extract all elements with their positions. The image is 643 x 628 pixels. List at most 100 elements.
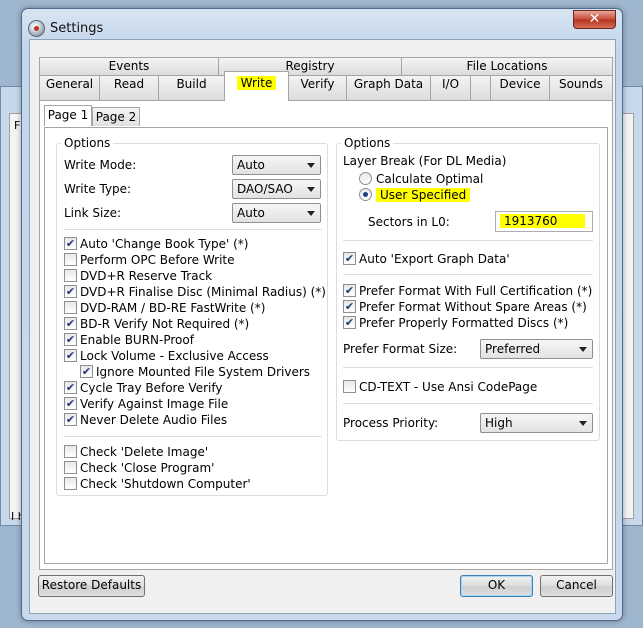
check-cdtext-ansi[interactable]: CD-TEXT - Use Ansi CodePage [343,380,537,394]
check-perform-opc[interactable]: Perform OPC Before Write [64,253,235,267]
radio-user-specified[interactable]: User Specified [359,188,471,202]
checkbox-icon[interactable] [343,380,356,393]
check-auto-change-book-type[interactable]: ✔ Auto 'Change Book Type' (*) [64,237,248,251]
write-mode-label: Write Mode: [64,158,137,172]
left-separator-2 [64,436,322,437]
link-size-select[interactable]: Auto [232,203,321,223]
sectors-in-l0-label: Sectors in L0: [368,215,450,229]
process-priority-value: High [485,416,513,430]
process-priority-select[interactable]: High [480,413,593,433]
check-burn-proof[interactable]: ✔ Enable BURN-Proof [64,333,194,347]
tab-io[interactable]: I/O [430,75,471,100]
tab-write-label: Write [236,76,277,90]
checkbox-icon[interactable]: ✔ [64,285,77,298]
checkbox-icon[interactable] [64,461,77,474]
radio-icon[interactable] [359,172,372,185]
link-size-value: Auto [237,206,265,220]
tab-write[interactable]: Write [224,71,289,101]
checkbox-icon[interactable]: ✔ [64,413,77,426]
checkbox-icon[interactable]: ✔ [343,316,356,329]
check-prefer-without-spare-areas[interactable]: ✔ Prefer Format Without Spare Areas (*) [343,300,587,314]
check-never-delete-audio[interactable]: ✔ Never Delete Audio Files [64,413,227,427]
write-type-select[interactable]: DAO/SAO [232,179,321,199]
checkbox-icon[interactable] [64,445,77,458]
tab-events[interactable]: Events [39,57,219,75]
right-separator-2 [343,274,593,275]
write-type-value: DAO/SAO [237,182,293,196]
checkbox-icon[interactable]: ✔ [80,365,93,378]
check-dvdr-finalise[interactable]: ✔ DVD+R Finalise Disc (Minimal Radius) (*… [64,285,326,299]
right-options-legend: Options [341,136,394,150]
write-mode-value: Auto [237,158,265,172]
background-text-top: F [14,119,21,132]
checkbox-icon[interactable]: ✔ [64,333,77,346]
checkbox-icon[interactable] [64,301,77,314]
tab-read[interactable]: Read [99,75,159,100]
dialog-client-area: Events Registry File Locations General R… [29,39,616,614]
chevron-down-icon [579,347,587,352]
chevron-down-icon [307,163,315,168]
prefer-format-size-select[interactable]: Preferred [480,339,593,359]
checkbox-icon[interactable]: ✔ [64,349,77,362]
right-separator-1 [343,240,593,241]
checkbox-icon[interactable]: ✔ [64,317,77,330]
check-dvdr-reserve-track[interactable]: DVD+R Reserve Track [64,269,212,283]
checkbox-icon[interactable] [64,253,77,266]
chevron-down-icon [307,211,315,216]
tab-build[interactable]: Build [158,75,225,100]
check-prefer-properly-formatted[interactable]: ✔ Prefer Properly Formatted Discs (*) [343,316,568,330]
prefer-format-size-value: Preferred [485,342,541,356]
chevron-down-icon [579,421,587,426]
check-delete-image[interactable]: Check 'Delete Image' [64,445,208,459]
tab-device[interactable]: Device [490,75,550,100]
write-type-label: Write Type: [64,182,132,196]
subtab-page-1[interactable]: Page 1 [44,105,92,126]
check-verify-image[interactable]: ✔ Verify Against Image File [64,397,228,411]
page-1-panel: Options Write Mode: Auto Write Type: DAO… [44,127,608,564]
sectors-in-l0-value: 1913760 [500,214,586,228]
tab-verify[interactable]: Verify [288,75,347,100]
left-separator-1 [64,229,322,230]
check-close-program[interactable]: Check 'Close Program' [64,461,214,475]
subtab-page-2[interactable]: Page 2 [92,107,140,126]
right-separator-4 [343,403,593,404]
right-separator-3 [343,367,593,368]
write-mode-select[interactable]: Auto [232,155,321,175]
cancel-button[interactable]: Cancel [540,575,613,597]
window-title: Settings [50,21,104,36]
right-options-group: Options Layer Break (For DL Media) Calcu… [336,136,600,441]
checkbox-icon[interactable]: ✔ [64,397,77,410]
left-options-legend: Options [61,136,114,150]
check-cycle-tray[interactable]: ✔ Cycle Tray Before Verify [64,381,222,395]
tab-graph-data[interactable]: Graph Data [346,75,431,100]
write-tab-panel: Page 1 Page 2 Options Write Mode: Auto W… [39,100,613,570]
restore-defaults-button[interactable]: Restore Defaults [38,575,145,597]
check-auto-export-graph-data[interactable]: ✔ Auto 'Export Graph Data' [343,252,510,266]
close-button[interactable]: ✕ [573,10,616,29]
checkbox-icon[interactable]: ✔ [343,252,356,265]
checkbox-icon[interactable]: ✔ [64,237,77,250]
check-bdr-verify[interactable]: ✔ BD-R Verify Not Required (*) [64,317,249,331]
sectors-in-l0-input[interactable]: 1913760 [495,211,593,232]
tab-file-locations[interactable]: File Locations [401,57,613,75]
check-lock-volume[interactable]: ✔ Lock Volume - Exclusive Access [64,349,269,363]
check-dvdram-fastwrite[interactable]: DVD-RAM / BD-RE FastWrite (*) [64,301,265,315]
settings-dialog: Settings ✕ Events Registry File Location… [21,8,623,621]
check-ignore-mounted-fs[interactable]: ✔ Ignore Mounted File System Drivers [80,365,310,379]
tab-sounds[interactable]: Sounds [549,75,613,100]
check-shutdown-computer[interactable]: Check 'Shutdown Computer' [64,477,251,491]
radio-calculate-optimal[interactable]: Calculate Optimal [359,172,483,186]
prefer-format-size-label: Prefer Format Size: [343,342,458,356]
checkbox-icon[interactable] [64,269,77,282]
checkbox-icon[interactable]: ✔ [343,300,356,313]
radio-selected-icon[interactable] [359,188,372,201]
checkbox-icon[interactable] [64,477,77,490]
left-options-group: Options Write Mode: Auto Write Type: DAO… [56,136,328,496]
chevron-down-icon [307,187,315,192]
checkbox-icon[interactable]: ✔ [343,284,356,297]
tab-general[interactable]: General [39,75,100,100]
check-prefer-full-certification[interactable]: ✔ Prefer Format With Full Certification (… [343,284,592,298]
ok-button[interactable]: OK [460,575,533,597]
checkbox-icon[interactable]: ✔ [64,381,77,394]
process-priority-label: Process Priority: [343,416,439,430]
